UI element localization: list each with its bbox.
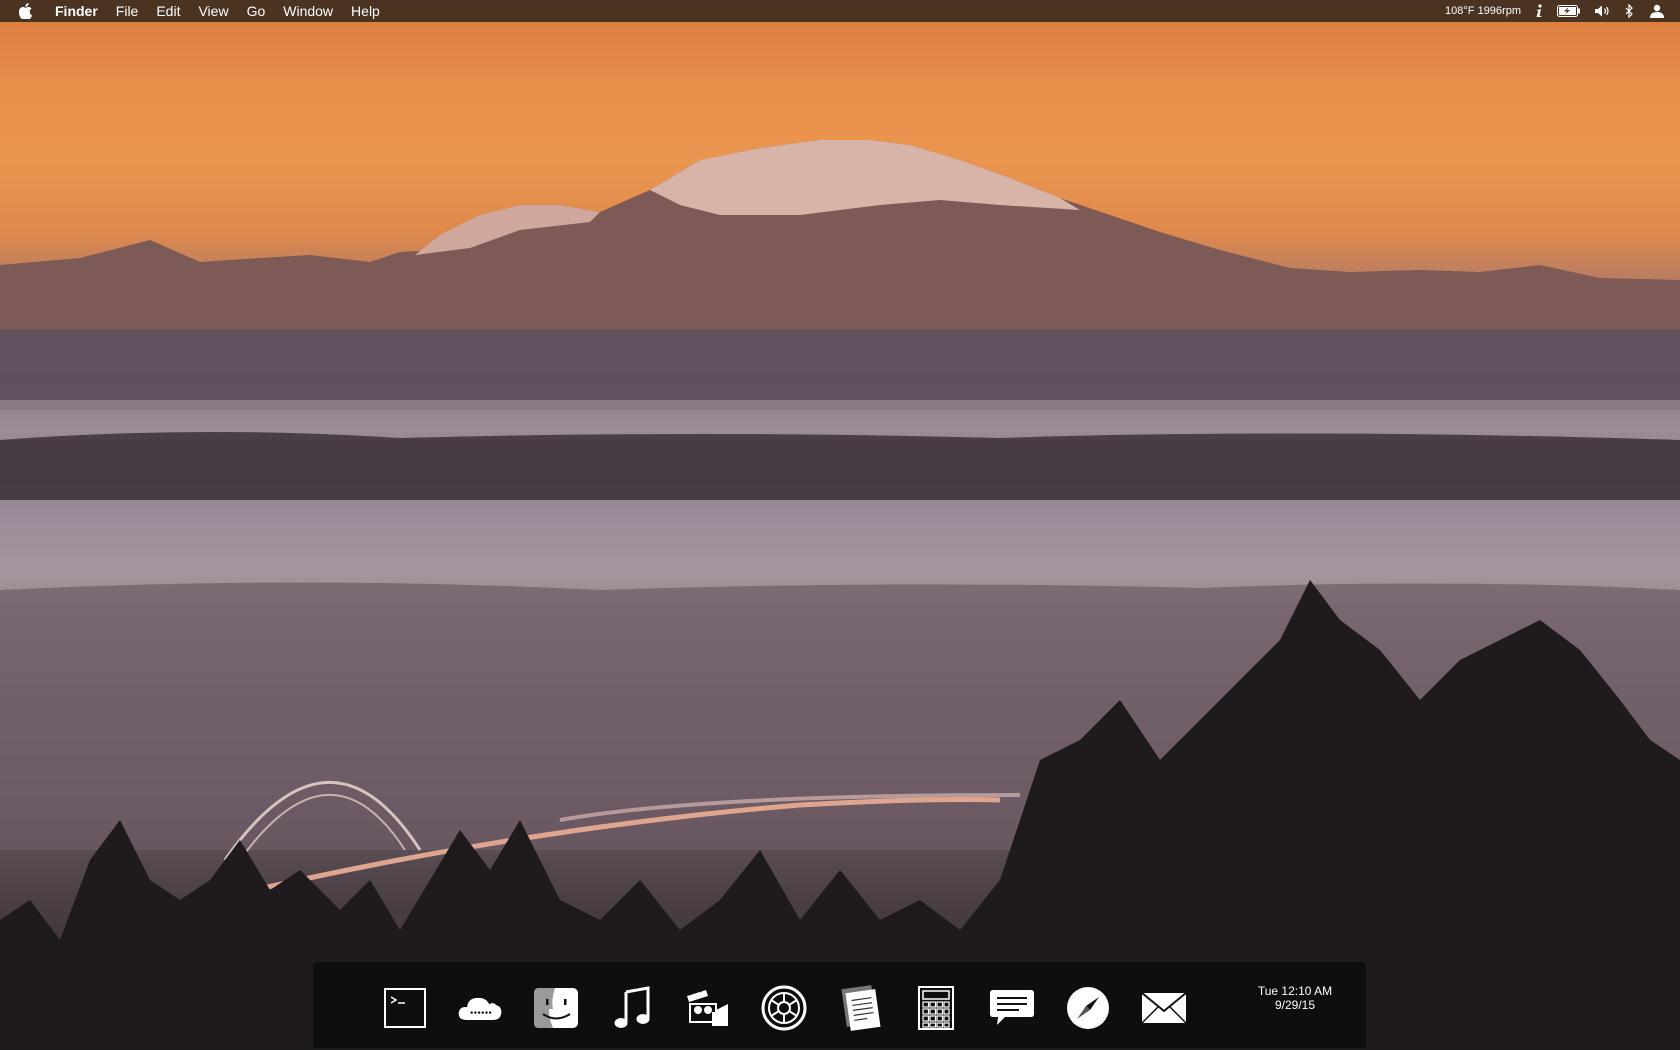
dock-clock[interactable]: Tue 12:10 AM 9/29/15 bbox=[1235, 984, 1355, 1012]
dock-safari[interactable] bbox=[1064, 984, 1112, 1032]
compass-icon bbox=[1067, 987, 1109, 1029]
dock-documents[interactable] bbox=[836, 984, 884, 1032]
treeline bbox=[0, 431, 1680, 500]
bluetooth-icon[interactable] bbox=[1625, 4, 1634, 18]
desktop: Finder File Edit View Go Window Help 108… bbox=[0, 0, 1680, 1050]
dock-camera[interactable] bbox=[760, 984, 808, 1032]
menu-help[interactable]: Help bbox=[351, 3, 380, 19]
menu-active-app[interactable]: Finder bbox=[55, 3, 98, 19]
snow-cap bbox=[650, 140, 1080, 215]
volume-icon[interactable] bbox=[1595, 5, 1611, 17]
dock: Tue 12:10 AM 9/29/15 bbox=[313, 962, 1366, 1048]
dock-messages[interactable] bbox=[988, 984, 1036, 1032]
menu-edit[interactable]: Edit bbox=[156, 3, 180, 19]
haze-band bbox=[0, 330, 1680, 410]
cloud-icon bbox=[458, 997, 502, 1020]
menu-bar: Finder File Edit View Go Window Help 108… bbox=[0, 0, 1680, 22]
info-icon[interactable] bbox=[1535, 4, 1543, 18]
menu-file[interactable]: File bbox=[116, 3, 139, 19]
wallpaper bbox=[0, 140, 1680, 1050]
mail-icon bbox=[1141, 992, 1187, 1024]
user-icon[interactable] bbox=[1648, 4, 1666, 18]
apple-menu-icon[interactable] bbox=[19, 3, 37, 19]
dock-video[interactable] bbox=[684, 984, 732, 1032]
dock-finder[interactable] bbox=[532, 984, 580, 1032]
video-camera-icon bbox=[687, 988, 728, 1026]
system-stats[interactable]: 108°F 1996rpm bbox=[1445, 5, 1521, 17]
terminal-icon bbox=[384, 988, 426, 1028]
clock-time: Tue 12:10 AM bbox=[1257, 984, 1333, 998]
document-icon bbox=[841, 985, 881, 1031]
calculator-icon bbox=[918, 986, 954, 1030]
music-note-icon bbox=[614, 986, 650, 1028]
aperture-icon bbox=[761, 985, 807, 1031]
menu-window[interactable]: Window bbox=[283, 3, 333, 19]
dock-icloud[interactable] bbox=[456, 984, 504, 1032]
dock-calculator[interactable] bbox=[912, 984, 960, 1032]
finder-icon bbox=[534, 988, 578, 1028]
menu-go[interactable]: Go bbox=[247, 3, 266, 19]
dock-terminal[interactable] bbox=[381, 984, 429, 1032]
dock-mail[interactable] bbox=[1140, 984, 1188, 1032]
clock-date: 9/29/15 bbox=[1274, 998, 1316, 1012]
dock-music[interactable] bbox=[608, 984, 656, 1032]
chat-bubble-icon bbox=[990, 990, 1034, 1025]
battery-charging-icon[interactable] bbox=[1557, 5, 1581, 17]
menu-view[interactable]: View bbox=[198, 3, 228, 19]
